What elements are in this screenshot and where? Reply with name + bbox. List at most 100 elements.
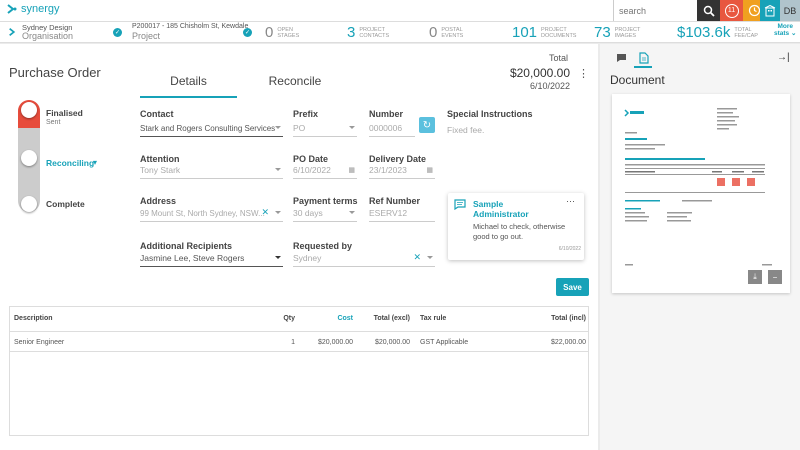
stat-value: 73: [594, 24, 611, 41]
attention-field[interactable]: Tony Stark: [140, 165, 283, 179]
tab-reconcile[interactable]: Reconcile: [240, 74, 350, 88]
recipients-label: Additional Recipients: [140, 241, 233, 251]
stat-project-contacts[interactable]: 3 PROJECT CONTACTS: [347, 22, 389, 43]
requested-by-field[interactable]: Sydney ✕: [293, 252, 435, 267]
synergy-logo-icon: [7, 4, 17, 14]
note-menu-icon[interactable]: ⋯: [566, 196, 575, 207]
col-header-qty[interactable]: Qty: [275, 315, 295, 322]
stat-open-stages[interactable]: 0 OPEN STAGES: [265, 22, 299, 43]
download-button[interactable]: ⤓: [748, 270, 762, 284]
user-avatar[interactable]: DB: [780, 0, 800, 21]
project-bar: Sydney Design Organisation ✓ P200017 - 1…: [0, 22, 800, 43]
number-field[interactable]: 0000006: [369, 123, 415, 137]
address-label: Address: [140, 196, 177, 206]
tab-details[interactable]: Details: [140, 74, 237, 88]
address-value: 99 Mount St, North Sydney, NSW...: [140, 209, 265, 218]
search-button[interactable]: [697, 0, 720, 21]
col-header-total-excl[interactable]: Total (excl): [360, 315, 410, 322]
special-instructions-label: Special Instructions: [447, 109, 533, 119]
stat-label: DOCUMENTS: [541, 32, 577, 39]
app-logo[interactable]: synergy: [6, 3, 60, 15]
ref-number-field[interactable]: ESERV12: [369, 208, 435, 222]
project-check-icon[interactable]: ✓: [243, 28, 252, 37]
col-header-total-incl[interactable]: Total (incl): [530, 315, 586, 322]
clear-icon[interactable]: ✕: [261, 207, 269, 218]
recipients-field[interactable]: Jasmine Lee, Steve Rogers: [140, 253, 283, 267]
col-header-description[interactable]: Description: [14, 315, 53, 322]
minus-icon: −: [772, 272, 778, 282]
prefix-value: PO: [293, 123, 306, 133]
stat-label: FEE/CAP: [734, 32, 758, 39]
stat-project-documents[interactable]: 101 PROJECT DOCUMENTS: [512, 22, 576, 43]
stage-sub-sent: Sent: [46, 119, 61, 126]
project-type: Project: [132, 31, 161, 41]
project-title[interactable]: P200017 - 185 Chisholm St, Kewdale: [132, 23, 248, 30]
org-logo-icon: [6, 25, 20, 39]
top-bar: synergy 11 DB: [0, 0, 800, 22]
stage-knob-reconciling[interactable]: [21, 150, 37, 166]
panel-tab-indicator: [634, 66, 652, 68]
total-label: Total: [548, 53, 568, 63]
refresh-number-button[interactable]: ↻: [419, 117, 435, 133]
special-instructions-field[interactable]: Fixed fee.: [447, 125, 484, 135]
more-stats-button[interactable]: More stats ⌄: [774, 23, 796, 37]
cell-total-incl: $22,000.00: [550, 339, 586, 346]
building-icon: [764, 4, 776, 16]
cell-tax-rule: GST Applicable: [420, 339, 469, 346]
search-icon: [703, 5, 715, 17]
note-card[interactable]: Sample Administrator ⋯ Michael to check,…: [448, 193, 584, 260]
note-text: Michael to check, otherwise good to go o…: [473, 222, 566, 241]
col-header-tax-rule[interactable]: Tax rule: [420, 315, 446, 322]
clear-icon[interactable]: ✕: [413, 252, 421, 263]
notifications-button[interactable]: 11: [720, 0, 743, 21]
tab-active-indicator: [140, 96, 237, 98]
delivery-date-label: Delivery Date: [369, 154, 427, 164]
stage-label-finalised[interactable]: Finalised: [46, 108, 83, 118]
number-value: 0000006: [369, 123, 403, 133]
more-options-icon[interactable]: ⋮: [578, 67, 589, 80]
document-preview[interactable]: ⤓ −: [612, 94, 790, 293]
stat-label: IMAGES: [614, 32, 637, 39]
cell-description: Senior Engineer: [14, 339, 65, 346]
po-date-label: PO Date: [293, 154, 329, 164]
comment-icon: [454, 199, 466, 210]
remove-button[interactable]: −: [768, 270, 782, 284]
cell-qty: 1: [291, 339, 295, 346]
line-items-table: Description Qty Cost Total (excl) Tax ru…: [9, 306, 589, 436]
address-field[interactable]: 99 Mount St, North Sydney, NSW... ✕: [140, 207, 283, 222]
stage-label-reconciling[interactable]: Reconciling: [46, 158, 94, 168]
prefix-field[interactable]: PO: [293, 123, 357, 137]
search-input[interactable]: [613, 0, 697, 21]
col-header-cost[interactable]: Cost: [315, 315, 353, 322]
stage-dropdown-icon[interactable]: ▾: [93, 158, 97, 167]
stage-knob-finalised[interactable]: [21, 102, 37, 118]
collapse-panel-icon[interactable]: →|: [777, 52, 790, 63]
stage-knob-complete[interactable]: [21, 196, 37, 212]
stat-value: 0: [265, 24, 274, 41]
save-button[interactable]: Save: [556, 278, 589, 296]
delivery-date-field[interactable]: 23/1/2023 ▦: [369, 165, 435, 179]
comments-tab-icon[interactable]: [616, 53, 627, 63]
table-row[interactable]: [10, 332, 588, 352]
delivery-date-value: 23/1/2023: [369, 165, 407, 175]
document-tab-icon[interactable]: [639, 52, 649, 64]
calendar-icon: ▦: [426, 167, 433, 174]
stage-label-complete[interactable]: Complete: [46, 199, 85, 209]
stat-project-images[interactable]: 73 PROJECT IMAGES: [594, 22, 640, 43]
stat-label: CONTACTS: [359, 32, 390, 39]
total-date: 6/10/2022: [529, 81, 570, 91]
cell-total-excl: $20,000.00: [374, 339, 410, 346]
stat-label: EVENTS: [441, 32, 464, 39]
number-label: Number: [369, 109, 404, 119]
stat-total-fee[interactable]: $103.6k TOTAL FEE/CAP: [677, 22, 758, 43]
building-button[interactable]: [760, 0, 780, 21]
payment-terms-field[interactable]: 30 days: [293, 208, 357, 222]
org-check-icon[interactable]: ✓: [113, 28, 122, 37]
stat-postal-events[interactable]: 0 POSTAL EVENTS: [429, 22, 463, 43]
po-date-field[interactable]: 6/10/2022 ▦: [293, 165, 357, 179]
payment-terms-value: 30 days: [293, 208, 323, 218]
attention-label: Attention: [140, 154, 180, 164]
note-author: Sample Administrator: [473, 199, 529, 219]
contact-field[interactable]: Stark and Rogers Consulting Services: [140, 123, 283, 137]
page-title: Purchase Order: [9, 65, 101, 80]
